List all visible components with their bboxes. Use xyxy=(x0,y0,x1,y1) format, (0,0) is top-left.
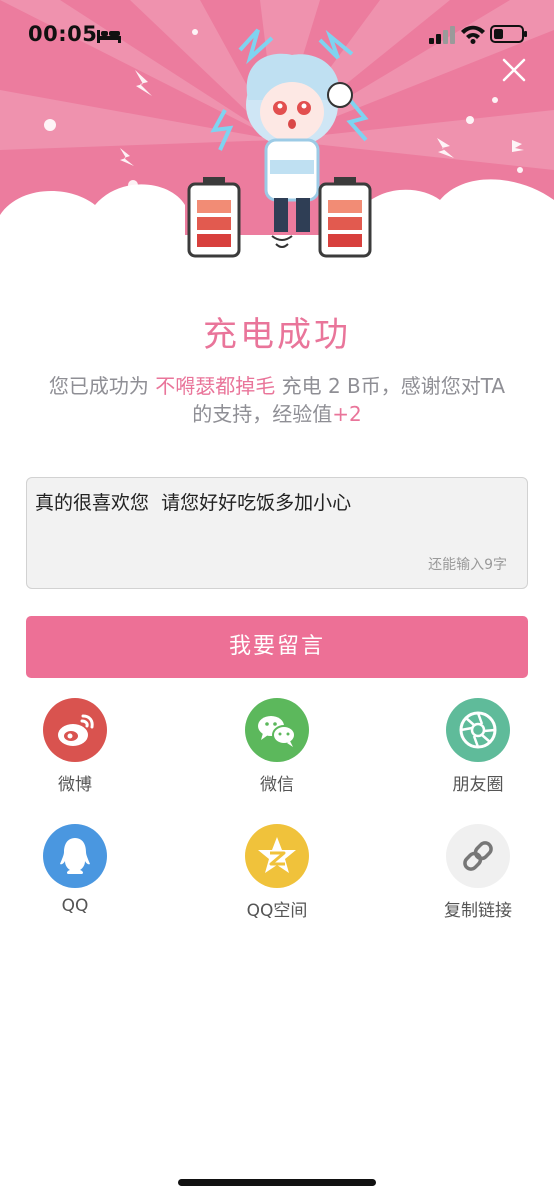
status-time: 00:05 xyxy=(28,22,98,46)
share-copy-link[interactable]: 复制链接 xyxy=(418,824,538,921)
share-label: QQ xyxy=(61,896,89,916)
sleep-mode-icon xyxy=(97,30,121,43)
char-counter: 还能输入9字 xyxy=(428,557,507,573)
wechat-icon xyxy=(245,698,309,762)
share-label: 朋友圈 xyxy=(452,775,504,795)
close-icon[interactable] xyxy=(500,56,528,84)
weibo-icon xyxy=(43,698,107,762)
share-wechat[interactable]: 微信 xyxy=(217,698,337,795)
charge-success-page: 00:05 充电成功 您已成功为 不嘚瑟都掉毛 充电 2 B币，感谢您对TA的支… xyxy=(0,0,554,1200)
qzone-icon xyxy=(245,824,309,888)
share-qq[interactable]: QQ xyxy=(15,824,135,916)
message-input[interactable]: 真的很喜欢您 请您好好吃饭多加小心 还能输入9字 xyxy=(26,477,528,589)
leave-message-button[interactable]: 我要留言 xyxy=(26,616,528,678)
success-title: 充电成功 xyxy=(203,315,351,355)
share-qzone[interactable]: QQ空间 xyxy=(217,824,337,921)
moments-icon xyxy=(446,698,510,762)
share-label: 微博 xyxy=(58,775,92,795)
message-text: 真的很喜欢您 请您好好吃饭多加小心 xyxy=(35,492,352,514)
share-label: 复制链接 xyxy=(444,901,512,921)
share-label: 微信 xyxy=(260,775,294,795)
qq-icon xyxy=(43,824,107,888)
recipient-name: 不嘚瑟都掉毛 xyxy=(155,374,276,398)
exp-bonus: +2 xyxy=(332,402,362,426)
share-moments[interactable]: 朋友圈 xyxy=(418,698,538,795)
battery-icon xyxy=(490,25,527,43)
desc-prefix: 您已成功为 xyxy=(48,374,149,398)
cellular-signal-icon xyxy=(429,26,455,44)
wifi-icon xyxy=(461,25,485,44)
share-weibo[interactable]: 微博 xyxy=(15,698,135,795)
share-label: QQ空间 xyxy=(246,901,308,921)
status-bar: 00:05 xyxy=(0,0,554,70)
link-icon xyxy=(446,824,510,888)
success-description: 您已成功为 不嘚瑟都掉毛 充电 2 B币，感谢您对TA的支持，经验值+2 xyxy=(40,372,514,428)
home-indicator[interactable] xyxy=(178,1179,376,1186)
